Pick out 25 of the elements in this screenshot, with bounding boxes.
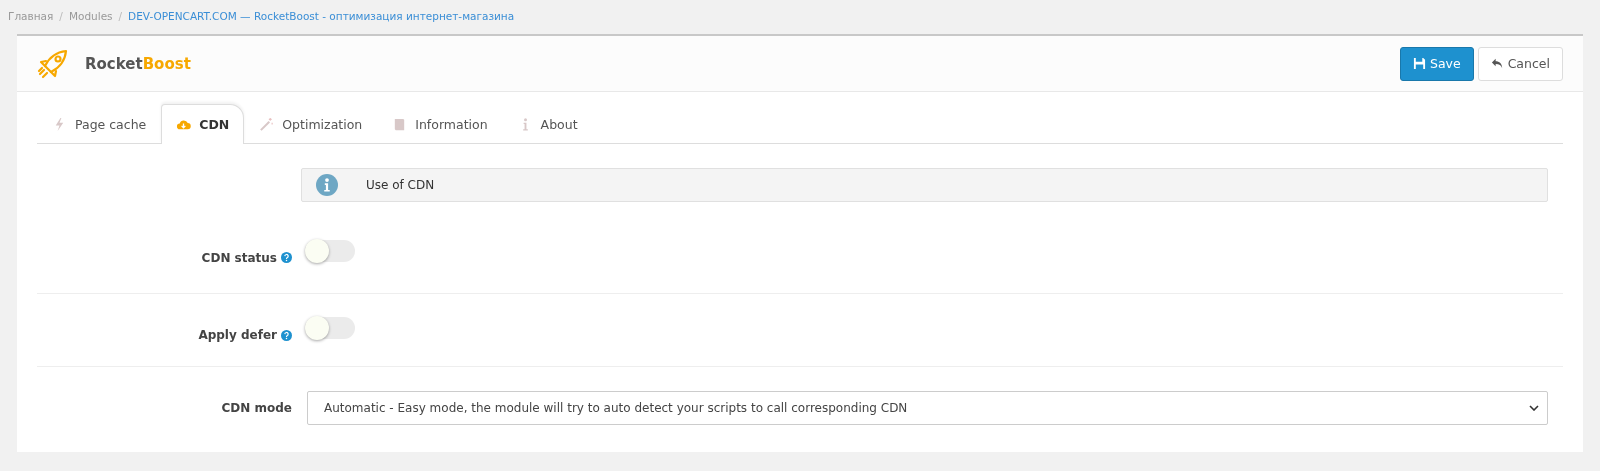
breadcrumb-separator: / <box>59 10 63 22</box>
tab[interactable]: Page cache <box>37 104 162 143</box>
magic-wand-icon <box>259 116 275 132</box>
caret-icon <box>1529 405 1539 411</box>
help-icon[interactable] <box>281 329 292 341</box>
cancel-button[interactable]: Cancel <box>1477 46 1563 81</box>
tab[interactable]: CDN <box>161 104 245 144</box>
undo-arrow-icon <box>1490 57 1504 70</box>
breadcrumb-separator: / <box>118 10 123 22</box>
module-title: RocketBoost <box>85 54 191 73</box>
toggle-switch[interactable] <box>305 317 355 339</box>
field-label: CDN status <box>201 250 277 265</box>
toggle-switch[interactable] <box>305 239 355 262</box>
save-button[interactable]: Save <box>1399 46 1474 81</box>
cloud-download-icon <box>176 117 192 132</box>
field-label: CDN mode <box>221 401 292 415</box>
tab[interactable]: About <box>502 104 593 143</box>
info-icon <box>316 174 338 196</box>
tab[interactable]: Optimization <box>244 104 378 143</box>
rocket-icon <box>37 47 69 80</box>
mode-select[interactable]: Automatic - Easy mode, the module will try to auto detect your scripts to call corresponding CDN <box>307 391 1548 425</box>
field-label: Apply defer <box>198 328 277 342</box>
tab[interactable]: Information <box>377 104 503 143</box>
help-icon[interactable] <box>281 252 292 263</box>
info-text: Use of CDN <box>366 178 435 192</box>
